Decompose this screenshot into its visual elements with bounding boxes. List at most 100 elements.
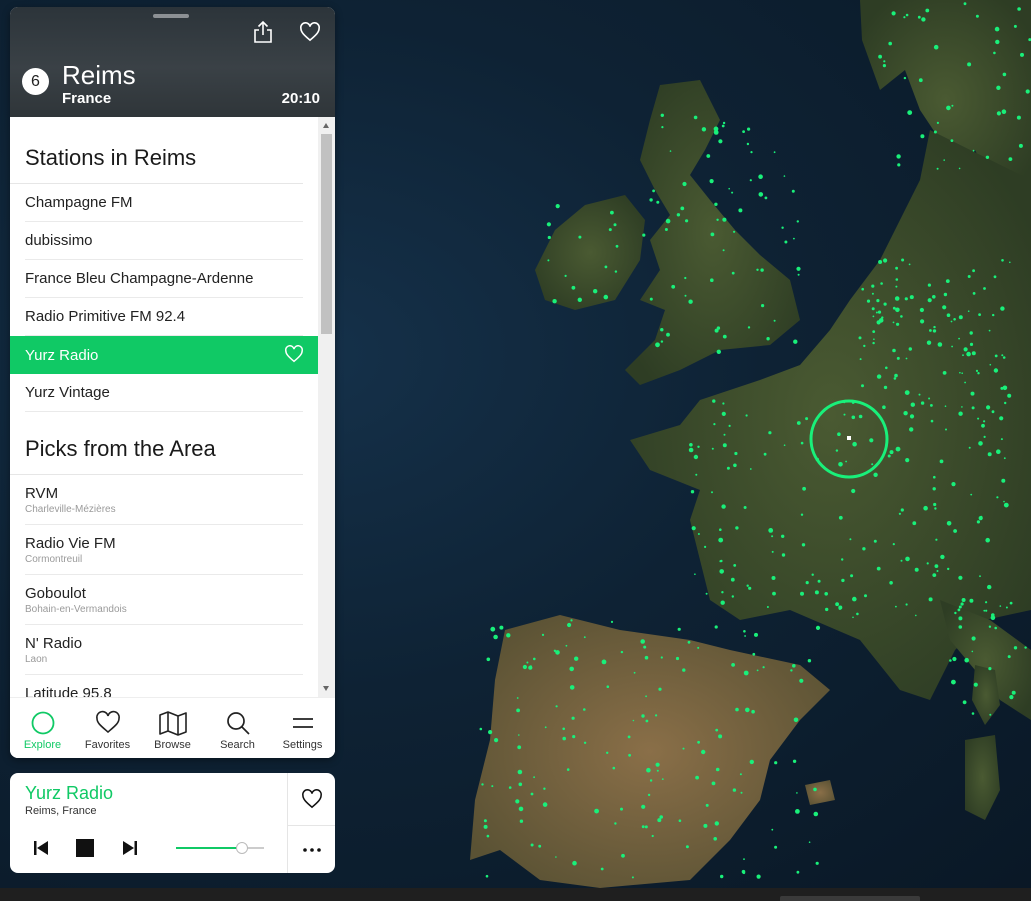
station-dot[interactable] — [851, 415, 856, 420]
station-dot[interactable] — [977, 417, 980, 420]
station-dot[interactable] — [722, 334, 727, 339]
station-dot[interactable] — [960, 602, 964, 606]
station-dot[interactable] — [985, 601, 988, 604]
station-dot[interactable] — [1007, 393, 1012, 398]
station-dot[interactable] — [958, 315, 963, 320]
station-dot[interactable] — [908, 263, 911, 266]
station-dot[interactable] — [542, 802, 548, 807]
pick-item[interactable]: Latitude 95.8 — [25, 675, 303, 697]
station-dot[interactable] — [678, 819, 682, 822]
station-dot[interactable] — [858, 336, 862, 340]
station-dot[interactable] — [800, 591, 804, 596]
station-dot[interactable] — [918, 393, 921, 396]
station-dot[interactable] — [927, 283, 932, 287]
station-dot[interactable] — [710, 278, 714, 283]
station-dot[interactable] — [744, 635, 746, 637]
station-dot[interactable] — [1025, 89, 1030, 94]
station-dot[interactable] — [863, 344, 866, 348]
station-dot[interactable] — [895, 278, 899, 281]
station-dot[interactable] — [876, 566, 881, 571]
station-dot[interactable] — [704, 545, 707, 549]
station-dot[interactable] — [1001, 354, 1004, 357]
station-dot[interactable] — [908, 347, 912, 351]
station-dot[interactable] — [633, 671, 636, 674]
station-dot[interactable] — [983, 609, 986, 612]
station-dot[interactable] — [697, 445, 700, 448]
station-dot[interactable] — [541, 633, 545, 637]
station-dot[interactable] — [946, 313, 951, 318]
station-dot[interactable] — [764, 196, 768, 200]
station-dot[interactable] — [739, 773, 742, 776]
station-dot[interactable] — [793, 237, 795, 240]
station-dot[interactable] — [610, 210, 614, 215]
station-dot[interactable] — [864, 594, 867, 598]
station-dot[interactable] — [858, 414, 863, 419]
station-dot[interactable] — [964, 657, 969, 663]
station-dot[interactable] — [690, 490, 695, 494]
next-button[interactable] — [119, 838, 141, 858]
station-dot[interactable] — [743, 506, 747, 509]
station-dot[interactable] — [981, 423, 985, 428]
station-dot[interactable] — [1020, 52, 1024, 57]
station-dot[interactable] — [894, 373, 898, 378]
station-dot[interactable] — [905, 13, 909, 17]
station-dot[interactable] — [835, 449, 839, 452]
station-dot[interactable] — [976, 520, 981, 524]
station-dot[interactable] — [883, 302, 887, 306]
station-dot[interactable] — [701, 127, 707, 132]
station-dot[interactable] — [824, 592, 828, 596]
station-dot[interactable] — [999, 605, 1002, 607]
station-dot[interactable] — [620, 650, 624, 654]
station-dot[interactable] — [706, 154, 711, 158]
station-dot[interactable] — [972, 269, 975, 273]
station-dot[interactable] — [885, 366, 888, 370]
station-dot[interactable] — [594, 808, 599, 814]
station-dot[interactable] — [951, 679, 956, 685]
station-dot[interactable] — [985, 155, 990, 159]
station-dot[interactable] — [745, 707, 750, 713]
station-dot[interactable] — [961, 372, 963, 375]
station-dot[interactable] — [920, 401, 925, 405]
station-dot[interactable] — [655, 714, 658, 717]
station-dot[interactable] — [544, 726, 547, 729]
station-dot[interactable] — [709, 179, 714, 184]
station-dot[interactable] — [783, 175, 786, 177]
station-dot[interactable] — [562, 736, 566, 741]
station-dot[interactable] — [720, 874, 724, 879]
station-dot[interactable] — [970, 493, 973, 496]
station-dot[interactable] — [903, 411, 908, 416]
station-dot[interactable] — [742, 130, 745, 134]
station-dot[interactable] — [491, 785, 494, 788]
station-dot[interactable] — [797, 273, 800, 276]
station-dot[interactable] — [675, 656, 680, 661]
station-dot[interactable] — [649, 779, 653, 782]
station-dot[interactable] — [567, 622, 572, 628]
station-dot[interactable] — [841, 558, 844, 561]
station-dot[interactable] — [750, 151, 753, 154]
station-dot[interactable] — [951, 482, 956, 487]
station-dot[interactable] — [837, 432, 841, 437]
station-dot[interactable] — [905, 603, 908, 606]
station-dot[interactable] — [800, 441, 804, 445]
station-dot[interactable] — [669, 150, 672, 152]
station-dot[interactable] — [873, 338, 875, 341]
station-dot[interactable] — [689, 443, 693, 447]
station-dot[interactable] — [895, 307, 900, 313]
station-dot[interactable] — [748, 586, 752, 590]
station-dot[interactable] — [986, 405, 991, 410]
station-dot[interactable] — [530, 792, 534, 796]
station-dot[interactable] — [923, 505, 928, 511]
station-dot[interactable] — [962, 354, 964, 357]
station-dot[interactable] — [932, 329, 937, 333]
station-dot[interactable] — [983, 435, 986, 438]
station-dot[interactable] — [872, 330, 876, 333]
station-dot[interactable] — [566, 768, 570, 771]
drag-handle[interactable] — [153, 14, 189, 18]
station-dot[interactable] — [929, 329, 932, 332]
station-dot[interactable] — [735, 526, 739, 530]
station-dot[interactable] — [766, 606, 769, 608]
station-dot[interactable] — [721, 124, 725, 128]
station-dot[interactable] — [801, 543, 806, 547]
station-dot[interactable] — [933, 502, 937, 507]
station-dot[interactable] — [593, 289, 598, 294]
